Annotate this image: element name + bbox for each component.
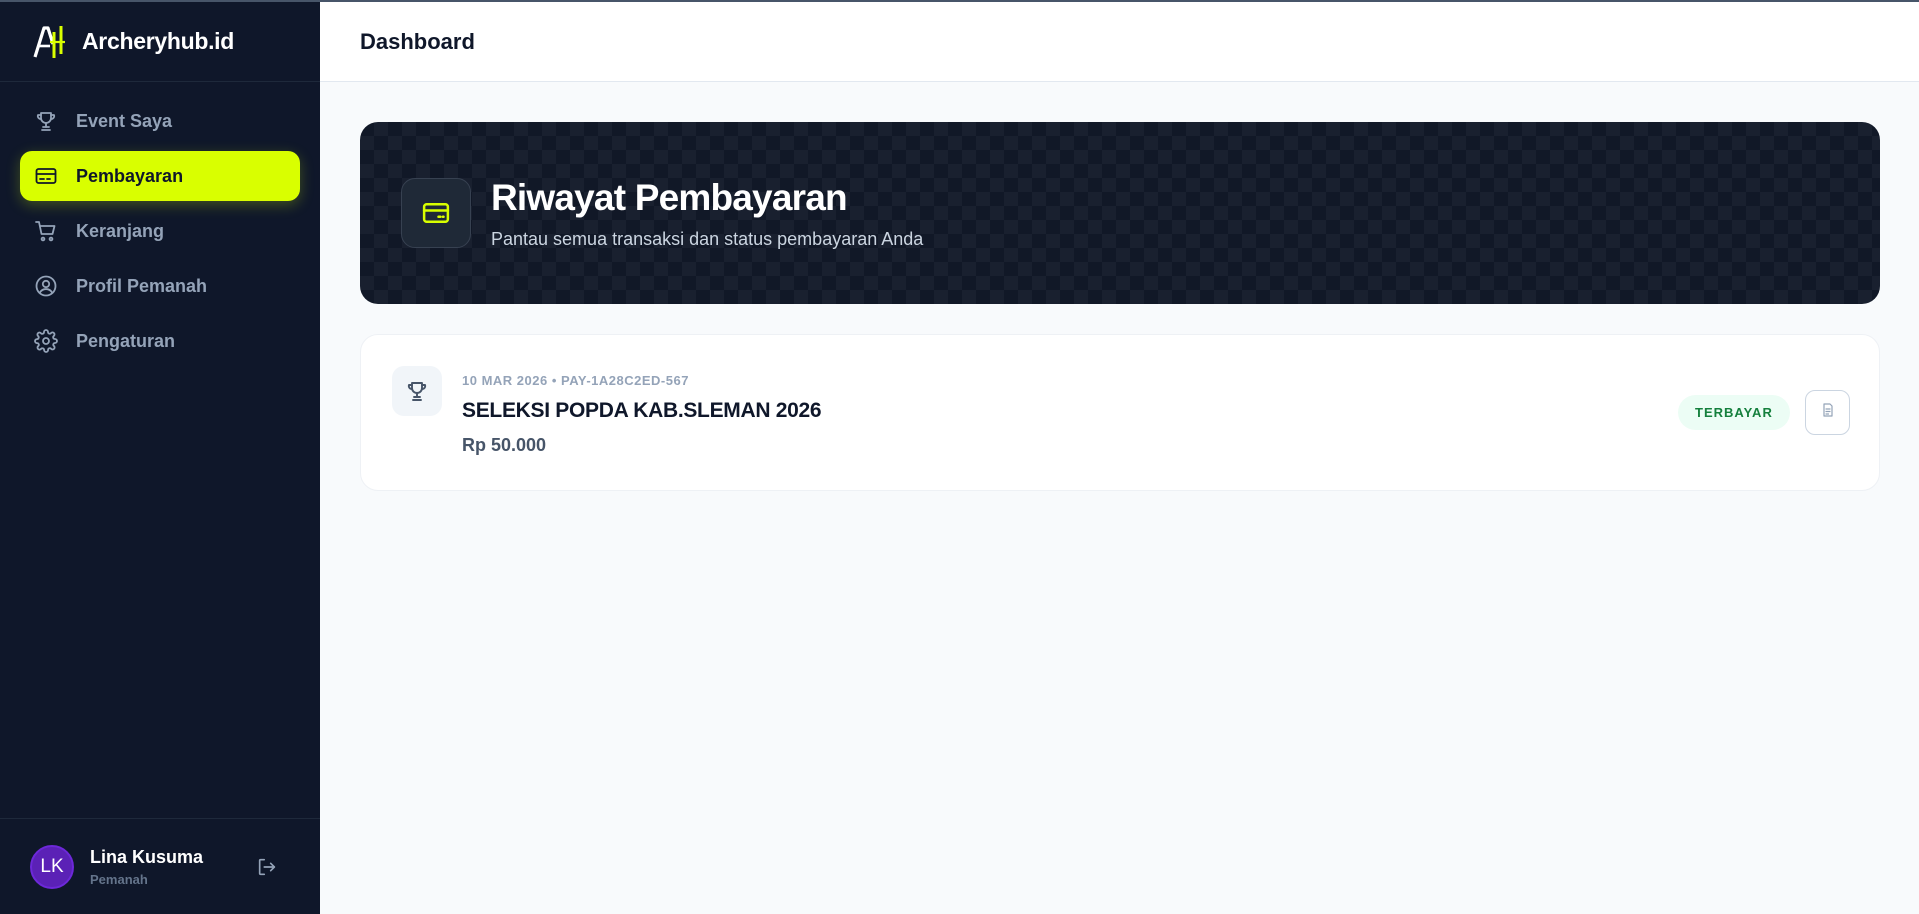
credit-card-icon (401, 178, 471, 248)
cart-icon (34, 219, 58, 243)
user-circle-icon (34, 274, 58, 298)
sidebar-item-pengaturan[interactable]: Pengaturan (20, 316, 300, 366)
sidebar-nav: Event Saya Pembayaran Keranjang Profil P… (0, 82, 320, 385)
hero-banner: Riwayat Pembayaran Pantau semua transaks… (360, 122, 1880, 304)
receipt-button[interactable] (1805, 390, 1850, 435)
credit-card-icon (34, 164, 58, 188)
sidebar: Archeryhub.id Event Saya Pembayaran Kera… (0, 0, 320, 914)
hero-text: Riwayat Pembayaran Pantau semua transaks… (491, 177, 923, 250)
sidebar-item-event-saya[interactable]: Event Saya (20, 96, 300, 146)
sidebar-item-label: Profil Pemanah (76, 275, 208, 296)
trophy-icon (34, 109, 58, 133)
brand[interactable]: Archeryhub.id (0, 2, 320, 82)
payment-meta: 10 MAR 2026 • PAY-1A28C2ED-567 (462, 373, 689, 388)
user-info: Lina Kusuma Pemanah (90, 847, 254, 887)
user-name: Lina Kusuma (90, 846, 204, 867)
sidebar-item-label: Pengaturan (76, 330, 176, 351)
hero-title: Riwayat Pembayaran (491, 176, 848, 218)
gear-icon (34, 329, 58, 353)
user-role: Pemanah (90, 871, 148, 887)
payment-event-title: SELEKSI POPDA KAB.SLEMAN 2026 (462, 399, 822, 422)
sidebar-item-label: Pembayaran (76, 165, 184, 186)
payment-amount: Rp 50.000 (462, 435, 547, 455)
brand-name: Archeryhub.id (82, 28, 235, 54)
sidebar-item-pembayaran[interactable]: Pembayaran (20, 151, 300, 201)
trophy-icon (392, 366, 442, 416)
payment-card[interactable]: 10 MAR 2026 • PAY-1A28C2ED-567 SELEKSI P… (360, 334, 1880, 491)
archery-logo-icon (32, 24, 66, 60)
status-badge: TERBAYAR (1678, 395, 1790, 430)
user-profile: LK Lina Kusuma Pemanah (0, 818, 320, 914)
sidebar-item-profil-pemanah[interactable]: Profil Pemanah (20, 261, 300, 311)
logout-icon[interactable] (254, 854, 280, 880)
topbar: Dashboard (320, 0, 1919, 82)
sidebar-item-keranjang[interactable]: Keranjang (20, 206, 300, 256)
sidebar-item-label: Keranjang (76, 220, 165, 241)
hero-subtitle: Pantau semua transaksi dan status pembay… (491, 228, 924, 249)
receipt-icon (1822, 403, 1834, 422)
sidebar-item-label: Event Saya (76, 110, 173, 131)
page-title: Dashboard (360, 28, 475, 54)
avatar[interactable]: LK (30, 844, 74, 889)
